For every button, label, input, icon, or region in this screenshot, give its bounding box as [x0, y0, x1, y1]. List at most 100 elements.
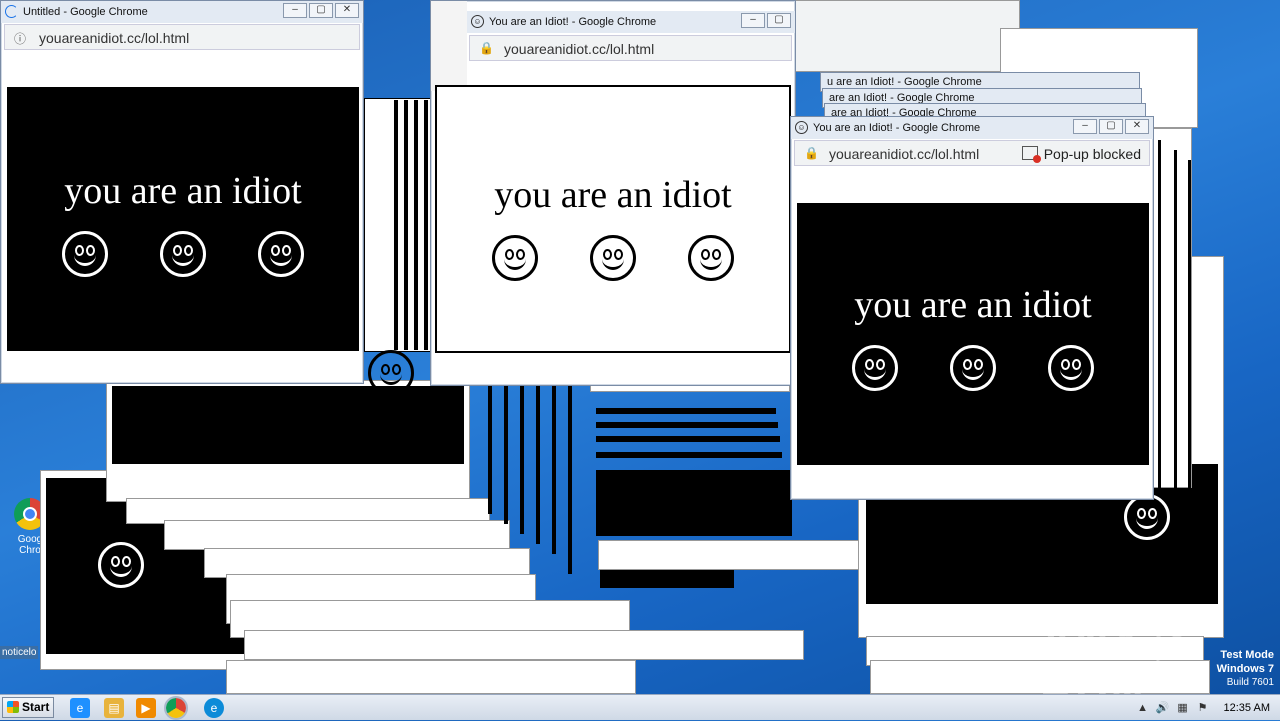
ghost-stripe: [1158, 140, 1161, 490]
loading-icon: [5, 5, 18, 18]
ghost-stripe: [536, 384, 540, 544]
smiley-icon: [492, 235, 538, 281]
smiley-favicon-icon: ☺: [471, 15, 484, 28]
network-icon[interactable]: ▦: [1176, 701, 1190, 715]
ghost-black-pane: [596, 470, 792, 536]
clock[interactable]: 12:35 AM: [1224, 702, 1270, 714]
desktop-icon-label-bottom[interactable]: noticelo: [0, 646, 39, 659]
ghost-stripe: [504, 384, 508, 524]
popup-window-right[interactable]: ☺ You are an Idiot! - Google Chrome – ▢ …: [790, 116, 1154, 500]
smiley-icon: [1048, 345, 1094, 391]
maximize-button[interactable]: ▢: [767, 13, 791, 28]
start-label: Start: [22, 700, 50, 714]
desktop: Goog Chro noticelo u are an Idiot! - Goo…: [0, 0, 1280, 694]
ghost-window: [431, 1, 467, 91]
ghost-stripe: [394, 100, 398, 350]
info-icon: ⓘ: [14, 32, 27, 46]
close-button[interactable]: ✕: [335, 3, 359, 18]
minimize-button[interactable]: –: [741, 13, 765, 28]
ghost-stripe: [596, 436, 780, 442]
ghost-window: [164, 520, 510, 550]
minimize-button[interactable]: –: [283, 3, 307, 18]
url-text: youareanidiot.cc/lol.html: [39, 30, 190, 46]
idiot-text: you are an idiot: [64, 170, 302, 212]
popup-blocked-indicator[interactable]: Pop-up blocked: [1021, 146, 1141, 163]
smiley-icon: [258, 231, 304, 277]
action-center-flag-icon[interactable]: ⚑: [1196, 701, 1210, 715]
ghost-stripe: [404, 100, 408, 350]
system-tray: ▲ 🔊 ▦ ⚑ 12:35 AM: [1136, 695, 1280, 721]
titlebar[interactable]: ☺ You are an Idiot! - Google Chrome – ▢ …: [791, 117, 1153, 139]
smiley-favicon-icon: ☺: [795, 121, 808, 134]
ghost-stripe: [488, 384, 492, 514]
smiley-icon: [590, 235, 636, 281]
ghost-stripe: [596, 408, 776, 414]
url-text: youareanidiot.cc/lol.html: [504, 41, 655, 57]
smiley-row: [852, 345, 1094, 391]
ghost-window: [598, 540, 882, 570]
page-content: you are an idiot: [7, 87, 359, 351]
address-bar[interactable]: ⓘ youareanidiot.cc/lol.html: [4, 24, 360, 50]
chrome-icon[interactable]: [164, 696, 188, 720]
ghost-stripe: [552, 384, 556, 554]
media-player-icon[interactable]: ▶: [136, 698, 156, 718]
smiley-icon: [368, 350, 414, 396]
popup-blocked-label: Pop-up blocked: [1043, 146, 1141, 162]
smiley-row: [62, 231, 304, 277]
test-mode-line: Test Mode: [1220, 649, 1274, 661]
maximize-button[interactable]: ▢: [1099, 119, 1123, 134]
minimize-button[interactable]: –: [1073, 119, 1097, 134]
taskbar: Start e ▤ ▶ e ▲ 🔊 ▦ ⚑ 12:35 AM: [0, 694, 1280, 720]
smiley-icon: [62, 231, 108, 277]
lock-icon: 🔒: [804, 146, 819, 160]
windows-version-line: Windows 7: [1216, 663, 1274, 675]
ghost-stripe: [1174, 150, 1177, 490]
windows-logo-icon: [7, 701, 19, 713]
ghost-stripe: [1188, 160, 1191, 490]
edge-icon[interactable]: e: [204, 698, 224, 718]
popup-window-center[interactable]: ☺ You are an Idiot! - Google Chrome – ▢ …: [430, 0, 796, 386]
popup-window-untitled[interactable]: Untitled - Google Chrome – ▢ ✕ ⓘ youarea…: [0, 0, 364, 384]
address-bar[interactable]: 🔒 youareanidiot.cc/lol.html Pop-up block…: [794, 140, 1150, 166]
file-explorer-icon[interactable]: ▤: [104, 698, 124, 718]
idiot-text: you are an idiot: [854, 284, 1092, 326]
titlebar[interactable]: ☺ You are an Idiot! - Google Chrome – ▢: [467, 11, 795, 33]
ghost-stripe: [596, 452, 782, 458]
ghost-stripe: [424, 100, 428, 350]
titlebar[interactable]: Untitled - Google Chrome – ▢ ✕: [1, 1, 363, 23]
test-mode-notice: Test Mode Windows 7 Build 7601: [1217, 648, 1274, 690]
volume-icon[interactable]: 🔊: [1156, 701, 1170, 715]
ghost-stripe: [568, 384, 572, 574]
close-button[interactable]: ✕: [1125, 119, 1149, 134]
build-line: Build 7601: [1226, 677, 1274, 688]
page-content: you are an idiot: [797, 203, 1149, 465]
ghost-black-pane: [600, 570, 734, 588]
idiot-text: you are an idiot: [494, 174, 732, 216]
start-button[interactable]: Start: [2, 697, 54, 718]
window-title: You are an Idiot! - Google Chrome: [489, 16, 657, 28]
ghost-window: [226, 660, 636, 694]
url-text: youareanidiot.cc/lol.html: [829, 146, 980, 162]
address-bar[interactable]: 🔒 youareanidiot.cc/lol.html: [469, 35, 792, 61]
page-content: you are an idiot: [435, 85, 791, 353]
window-title: Untitled - Google Chrome: [23, 6, 148, 18]
ghost-stripe: [414, 100, 418, 350]
ghost-window: [1150, 128, 1192, 488]
smiley-icon: [688, 235, 734, 281]
show-hidden-icons-icon[interactable]: ▲: [1136, 701, 1150, 715]
window-title: u are an Idiot! - Google Chrome: [827, 76, 982, 88]
ghost-black-pane: [112, 386, 464, 464]
smiley-icon: [98, 542, 144, 588]
smiley-icon: [950, 345, 996, 391]
lock-icon: 🔒: [479, 41, 494, 55]
window-title: You are an Idiot! - Google Chrome: [813, 122, 981, 134]
ghost-window: [244, 630, 804, 660]
internet-explorer-icon[interactable]: e: [70, 698, 90, 718]
smiley-icon: [1124, 494, 1170, 540]
desktop-icon-label: Goog Chro: [17, 534, 43, 556]
ghost-stripe: [596, 422, 778, 428]
popup-blocked-icon: [1021, 146, 1041, 163]
maximize-button[interactable]: ▢: [309, 3, 333, 18]
smiley-row: [492, 235, 734, 281]
ghost-stripe: [520, 384, 524, 534]
